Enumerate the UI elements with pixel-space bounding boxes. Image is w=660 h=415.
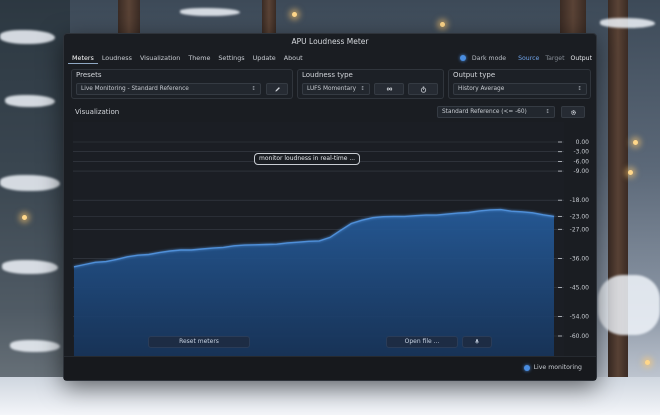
loudness-area bbox=[74, 209, 554, 356]
open-file-button[interactable]: Open file ... bbox=[386, 336, 458, 348]
y-tick-label: -60.00 bbox=[570, 333, 590, 340]
timer-button[interactable] bbox=[408, 83, 438, 95]
infinite-button[interactable] bbox=[374, 83, 404, 95]
y-tick-label: -23.00 bbox=[570, 213, 590, 220]
header-controls: Dark mode Source Target Output bbox=[459, 51, 593, 65]
dark-mode-label: Dark mode bbox=[471, 54, 507, 62]
reference-value: Standard Reference (<= -60) bbox=[442, 109, 527, 115]
segment-target[interactable]: Target bbox=[545, 55, 564, 62]
output-type-value: History Average bbox=[458, 86, 505, 92]
menu-bar: Meters Loudness Visualization Theme Sett… bbox=[68, 51, 592, 65]
infinity-icon bbox=[386, 87, 392, 91]
y-tick-label: -27.00 bbox=[570, 226, 590, 233]
output-type-group: Output type History Average ↕ bbox=[448, 69, 591, 99]
edit-preset-button[interactable] bbox=[266, 83, 288, 95]
presets-group: Presets Live Monitoring - Standard Refer… bbox=[71, 69, 293, 99]
presets-value: Live Monitoring - Standard Reference bbox=[81, 86, 189, 92]
menu-loudness[interactable]: Loudness bbox=[98, 52, 136, 64]
y-tick-label: -6.00 bbox=[573, 158, 589, 165]
menu-visualization[interactable]: Visualization bbox=[136, 52, 184, 64]
visualization-settings-button[interactable] bbox=[561, 106, 585, 118]
y-tick-label: 0.00 bbox=[576, 139, 590, 146]
app-window: APU Loudness Meter Meters Loudness Visua… bbox=[63, 33, 597, 381]
hint-tooltip: monitor loudness in real-time ... bbox=[254, 153, 361, 165]
loudness-type-label: Loudness type bbox=[302, 71, 353, 79]
live-indicator bbox=[523, 364, 530, 371]
menu-settings[interactable]: Settings bbox=[214, 52, 248, 64]
microphone-button[interactable] bbox=[462, 336, 492, 348]
presets-label: Presets bbox=[76, 71, 102, 79]
chevron-updown-icon: ↕ bbox=[360, 86, 365, 92]
y-tick-label: -54.00 bbox=[570, 314, 590, 321]
chevron-updown-icon: ↕ bbox=[251, 86, 256, 92]
loudness-type-value: LUFS Momentary bbox=[307, 86, 357, 92]
live-monitoring-toggle[interactable]: Live monitoring bbox=[523, 364, 582, 371]
y-tick-label: -36.00 bbox=[570, 255, 590, 262]
menu-about[interactable]: About bbox=[280, 52, 307, 64]
live-monitoring-label: Live monitoring bbox=[533, 364, 582, 371]
menu-theme[interactable]: Theme bbox=[184, 52, 214, 64]
status-bar: Live monitoring bbox=[64, 356, 596, 380]
y-tick-label: -9.00 bbox=[573, 168, 589, 175]
reset-meters-button[interactable]: Reset meters bbox=[148, 336, 250, 348]
y-tick-label: -18.00 bbox=[570, 197, 590, 204]
y-tick-label: -3.00 bbox=[573, 149, 589, 156]
chevron-updown-icon: ↕ bbox=[577, 86, 582, 92]
stopwatch-icon bbox=[420, 86, 426, 93]
menu-update[interactable]: Update bbox=[249, 52, 280, 64]
loudness-type-group: Loudness type LUFS Momentary ↕ bbox=[297, 69, 444, 99]
segment-output[interactable]: Output bbox=[571, 55, 593, 62]
output-type-label: Output type bbox=[453, 71, 496, 79]
reference-select[interactable]: Standard Reference (<= -60) ↕ bbox=[437, 106, 555, 118]
visualization-label: Visualization bbox=[75, 108, 120, 116]
loudness-type-select[interactable]: LUFS Momentary ↕ bbox=[302, 83, 370, 95]
segment-source[interactable]: Source bbox=[518, 55, 539, 62]
output-type-select[interactable]: History Average ↕ bbox=[453, 83, 587, 95]
y-tick-label: -45.00 bbox=[570, 285, 590, 292]
presets-select[interactable]: Live Monitoring - Standard Reference ↕ bbox=[76, 83, 261, 95]
window-title: APU Loudness Meter bbox=[291, 37, 369, 46]
gear-icon bbox=[570, 109, 576, 115]
dark-mode-toggle[interactable] bbox=[459, 55, 466, 61]
microphone-icon bbox=[475, 339, 479, 344]
chevron-updown-icon: ↕ bbox=[545, 109, 550, 115]
pencil-icon bbox=[274, 86, 280, 92]
menu-meters[interactable]: Meters bbox=[68, 52, 98, 64]
